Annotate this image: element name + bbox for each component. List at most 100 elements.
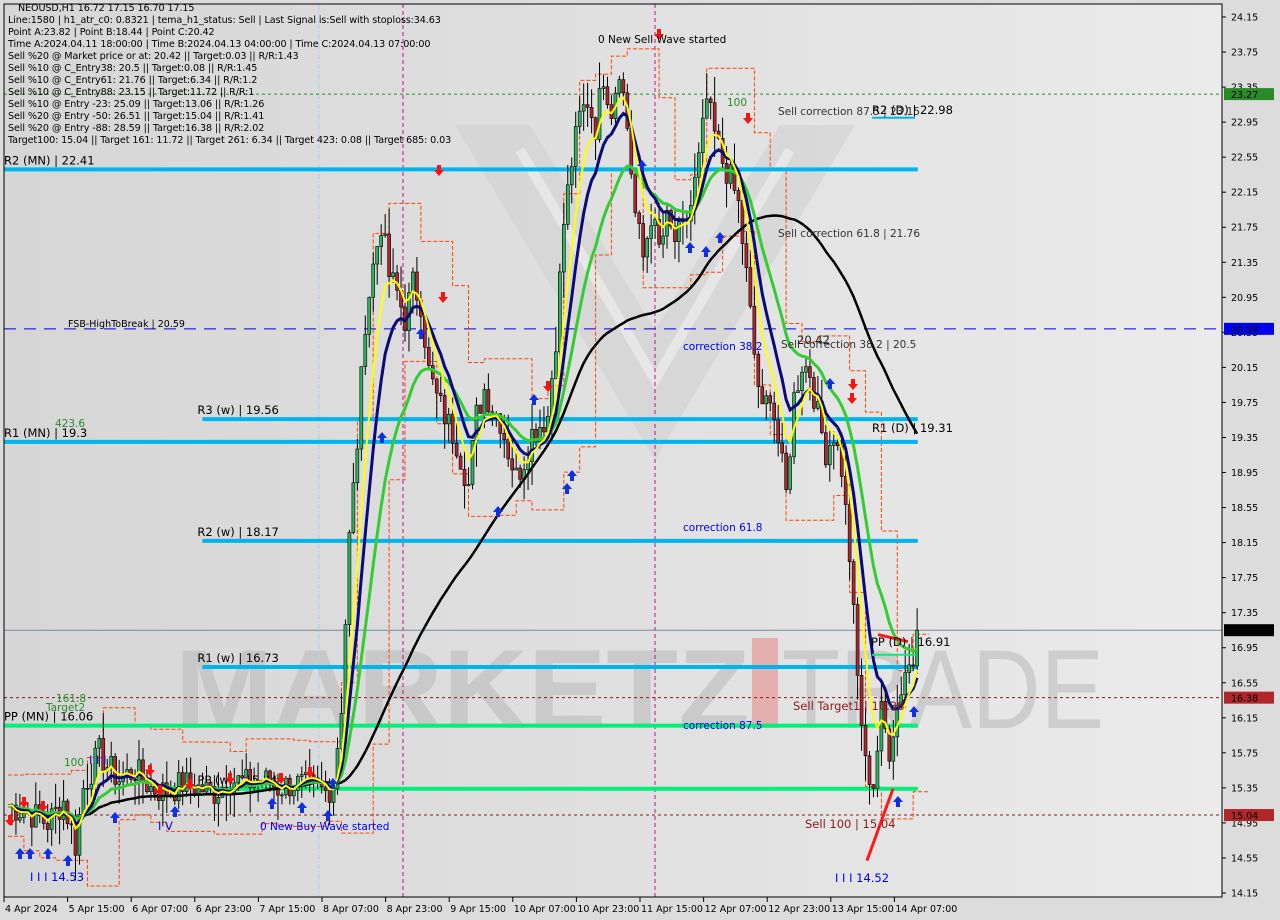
bull-candle-body xyxy=(875,750,880,789)
y-tick-label: 17.35 xyxy=(1231,608,1258,619)
bull-candle-body xyxy=(482,389,487,414)
y-tick-label: 21.75 xyxy=(1231,223,1258,234)
bear-candle-body xyxy=(502,433,507,441)
bull-candle-body xyxy=(446,413,451,425)
y-tick-label: 17.75 xyxy=(1231,573,1258,584)
x-tick-label: 11 Apr 15:00 xyxy=(641,904,703,915)
price-tag: 16.38 xyxy=(1224,691,1274,705)
bull-candle-body xyxy=(363,334,368,367)
bear-candle-body xyxy=(911,664,915,667)
pivot-level-label: R2 (MN) | 22.41 xyxy=(4,153,95,167)
bull-candle-body xyxy=(280,794,284,797)
bull-candle-body xyxy=(573,126,578,167)
bear-candle-body xyxy=(736,190,741,201)
bull-candle-body xyxy=(796,390,800,393)
bull-candle-body xyxy=(292,790,296,797)
info-line: Line:1580 | h1_atr_c0: 0.8321 | tema_h1_… xyxy=(8,15,441,26)
bull-candle-body xyxy=(831,442,836,446)
bull-candle-body xyxy=(244,769,248,779)
bear-candle-body xyxy=(85,787,90,790)
price-tag-label: 23.27 xyxy=(1231,90,1258,101)
bear-candle-body xyxy=(387,233,391,278)
bear-candle-body xyxy=(518,467,522,480)
bear-candle-body xyxy=(641,223,646,258)
bull-candle-body xyxy=(347,532,352,626)
x-tick-label: 10 Apr 07:00 xyxy=(514,904,576,915)
x-tick-label: 6 Apr 07:00 xyxy=(132,904,188,915)
bear-candle-body xyxy=(510,458,514,471)
y-tick-label: 19.75 xyxy=(1231,398,1258,409)
y-tick-label: 21.35 xyxy=(1231,258,1258,269)
bull-candle-body xyxy=(137,759,141,781)
y-tick-label: 15.75 xyxy=(1231,748,1258,759)
y-tick-label: 22.95 xyxy=(1231,118,1258,129)
candle xyxy=(347,529,352,637)
chart-window: MARKETZ TRADE R2 (MN) | 22.41 R3 (w) | 19.… xyxy=(0,0,1280,920)
symbol-ohlc-line: NEOUSD,H1 16.72 17.15 16.70 17.15 xyxy=(18,3,195,14)
bear-candle-body xyxy=(462,468,467,487)
r1-daily-label: R1 (D) | 19.31 xyxy=(872,421,953,435)
bear-candle-body xyxy=(589,107,594,118)
bear-candle-body xyxy=(327,790,332,803)
bull-candle-body xyxy=(466,484,471,487)
fsb-high-label: FSB-HighToBreak | 20.59 xyxy=(68,319,185,330)
bear-candle-body xyxy=(784,452,788,490)
pivot-level-label: R1 (w) | 16.73 xyxy=(197,651,278,665)
wave-label: I I I xyxy=(89,753,107,767)
bear-candle-body xyxy=(486,389,491,413)
bull-candle-body xyxy=(700,117,705,154)
bear-candle-body xyxy=(585,104,590,108)
bull-candle-body xyxy=(827,444,832,466)
bull-candle-body xyxy=(554,351,558,380)
y-tick-label: 16.95 xyxy=(1231,643,1258,654)
bull-candle-body xyxy=(581,104,586,112)
bear-candle-body xyxy=(506,439,511,460)
bear-candle-body xyxy=(458,455,463,470)
x-tick-label: 5 Apr 15:00 xyxy=(69,904,125,915)
bull-candle-body xyxy=(804,366,808,373)
pp-daily-label: PP (D) | 16.91 xyxy=(871,635,950,649)
bull-candle-body xyxy=(367,296,372,335)
bull-candle-body xyxy=(411,271,415,294)
correction-61-label: correction 61.8 xyxy=(683,522,762,534)
bear-candle-body xyxy=(835,442,840,447)
bull-candle-body xyxy=(53,806,58,810)
watermark-bar xyxy=(752,638,778,728)
x-tick-label: 8 Apr 07:00 xyxy=(323,904,379,915)
sell-100-label: Sell 100 | 15.04 xyxy=(805,817,895,831)
candle xyxy=(788,453,792,495)
bull-candle-body xyxy=(653,219,657,227)
bull-candle-body xyxy=(359,366,364,450)
bear-candle-body xyxy=(133,778,137,781)
bear-candle-body xyxy=(843,476,848,505)
bear-candle-body xyxy=(772,402,777,420)
bear-candle-body xyxy=(542,427,546,433)
bull-candle-body xyxy=(661,235,665,245)
y-tick-label: 18.95 xyxy=(1231,468,1258,479)
bear-candle-body xyxy=(780,442,784,454)
x-tick-label: 12 Apr 07:00 xyxy=(705,904,767,915)
bull-candle-body xyxy=(601,86,606,89)
sell-target1-label: Sell Target1 | 16.38 xyxy=(793,699,904,713)
bull-candle-body xyxy=(351,482,356,533)
bear-candle-body xyxy=(768,395,773,404)
x-tick-label: 6 Apr 23:00 xyxy=(196,904,252,915)
bear-candle-body xyxy=(712,102,717,132)
x-tick-label: 10 Apr 23:00 xyxy=(577,904,639,915)
info-line: Sell %10 @ C_Entry88: 23.15 || Target:11… xyxy=(8,87,255,98)
bear-candle-body xyxy=(605,86,610,105)
bull-candle-body xyxy=(117,781,121,785)
x-tick-label: 14 Apr 07:00 xyxy=(895,904,957,915)
bull-candle-body xyxy=(558,271,562,353)
y-tick-label: 22.55 xyxy=(1231,153,1258,164)
bear-candle-body xyxy=(323,786,328,791)
candle xyxy=(633,172,638,218)
fib-100-label: 100 xyxy=(727,97,747,109)
bear-candle-body xyxy=(478,404,483,414)
bear-candle-body xyxy=(748,267,753,307)
wave-low-label: I I I 14.53 xyxy=(30,870,84,884)
bull-candle-body xyxy=(617,79,622,94)
info-line: Sell %20 @ Entry -50: 26.51 || Target:15… xyxy=(8,111,265,122)
bull-candle-body xyxy=(149,786,153,792)
bull-candle-body xyxy=(89,783,94,790)
